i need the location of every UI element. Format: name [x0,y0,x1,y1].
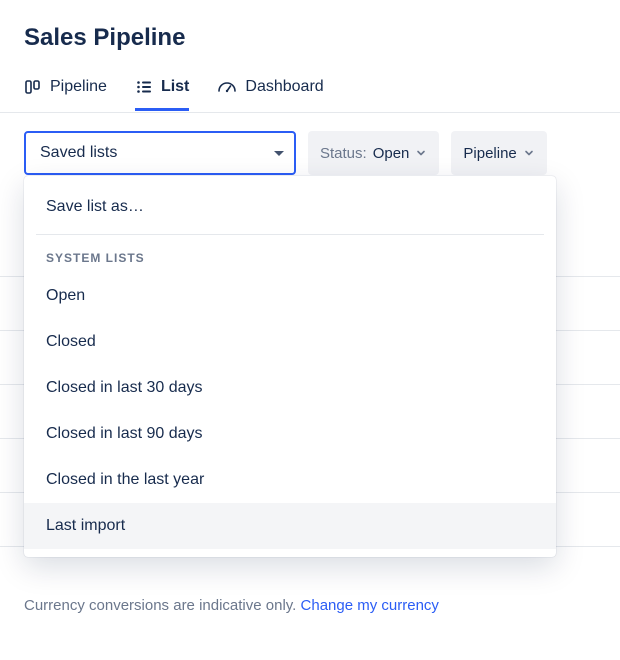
dropdown-item-save-as[interactable]: Save list as… [24,184,556,230]
dropdown-item-closed-30[interactable]: Closed in last 30 days [24,365,556,411]
tab-dashboard[interactable]: Dashboard [217,72,323,111]
currency-note: Currency conversions are indicative only… [24,597,439,614]
chevron-down-icon [523,147,535,159]
gauge-icon [217,78,237,96]
dropdown-item-last-import[interactable]: Last import [24,503,556,549]
dropdown-item-closed-year[interactable]: Closed in the last year [24,457,556,503]
tab-pipeline[interactable]: Pipeline [24,72,107,111]
currency-note-text: Currency conversions are indicative only… [24,597,301,614]
status-filter[interactable]: Status: Open [308,131,439,175]
tab-dashboard-label: Dashboard [245,78,323,96]
tab-pipeline-label: Pipeline [50,78,107,96]
view-tabs: Pipeline List [24,72,596,112]
chevron-down-icon [274,151,284,156]
pipeline-filter-label: Pipeline [463,145,516,162]
dropdown-divider [36,234,544,235]
status-filter-label: Status: [320,145,367,162]
dropdown-item-closed[interactable]: Closed [24,319,556,365]
page-title: Sales Pipeline [24,24,596,52]
dropdown-item-open[interactable]: Open [24,273,556,319]
saved-lists-label: Saved lists [40,144,117,162]
tab-list-label: List [161,78,189,96]
pipeline-filter[interactable]: Pipeline [451,131,546,175]
saved-lists-dropdown: Save list as… SYSTEM LISTS Open Closed C… [24,176,556,557]
list-icon [135,78,153,96]
change-currency-link[interactable]: Change my currency [301,597,439,614]
tab-list[interactable]: List [135,72,189,111]
filter-bar: Saved lists Status: Open Pipeline [24,131,596,175]
chevron-down-icon [415,147,427,159]
dropdown-section-header: SYSTEM LISTS [24,239,556,273]
dropdown-item-closed-90[interactable]: Closed in last 90 days [24,411,556,457]
kanban-icon [24,78,42,96]
status-filter-value: Open [373,145,410,162]
saved-lists-dropdown-trigger[interactable]: Saved lists [24,131,296,175]
